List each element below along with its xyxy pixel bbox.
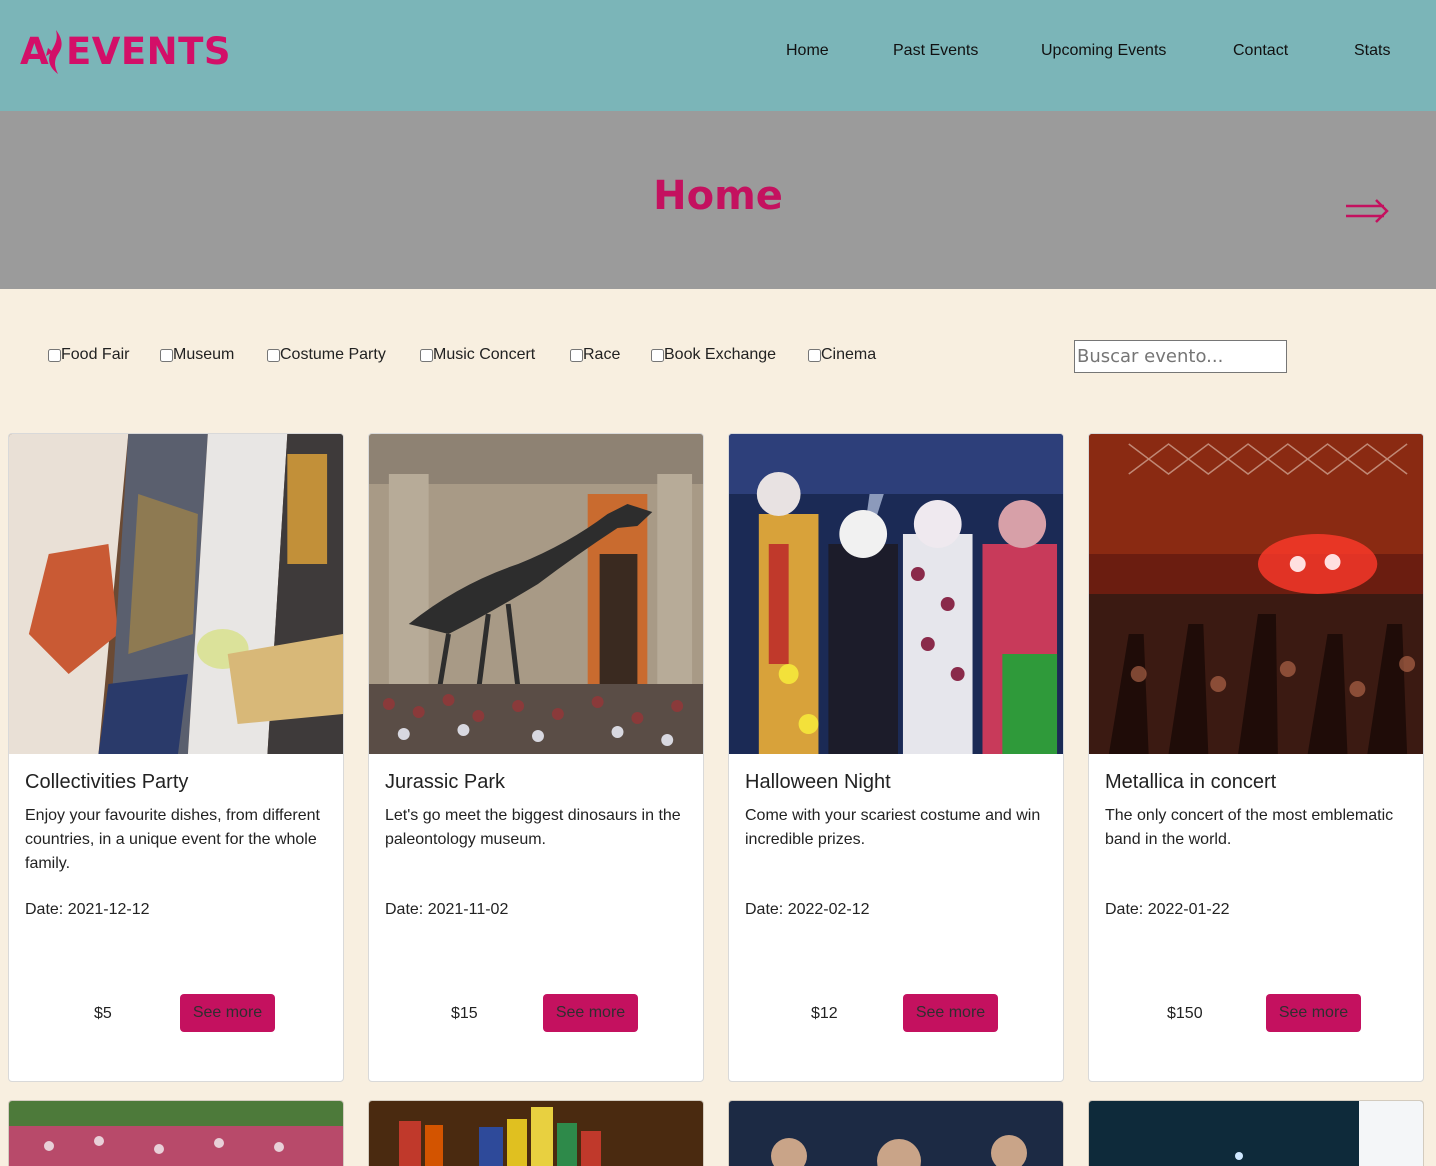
filter-food-fair[interactable]: Food Fair <box>48 346 129 364</box>
nav-item-past-events[interactable]: Past Events <box>893 42 978 60</box>
filter-label: Race <box>583 346 621 363</box>
search-input[interactable] <box>1074 340 1287 373</box>
filter-book-exchange[interactable]: Book Exchange <box>651 346 776 364</box>
cinema-checkbox[interactable] <box>808 348 821 362</box>
race-checkbox[interactable] <box>570 348 583 362</box>
event-title: Collectivities Party <box>25 771 189 793</box>
event-date: Date: 2022-02-12 <box>745 901 870 918</box>
event-title: Metallica in concert <box>1105 771 1277 793</box>
filter-race[interactable]: Race <box>570 346 620 364</box>
filter-label: Book Exchange <box>664 346 777 363</box>
event-card: Metallica in concert The only concert of… <box>1088 433 1424 1082</box>
event-image-stage <box>1089 1101 1423 1166</box>
event-image-cinema <box>729 1101 1063 1166</box>
event-card-partial <box>368 1100 704 1166</box>
filter-music-concert[interactable]: Music Concert <box>420 346 535 364</box>
event-card: Collectivities Party Enjoy your favourit… <box>8 433 344 1082</box>
hero-banner: Home <box>0 111 1436 289</box>
event-image-books <box>369 1101 703 1166</box>
see-more-button[interactable]: See more <box>903 994 998 1032</box>
event-card-partial <box>8 1100 344 1166</box>
flame-icon <box>46 30 62 74</box>
event-description: Let's go meet the biggest dinosaurs in t… <box>385 807 681 848</box>
filter-label: Cinema <box>821 346 877 363</box>
event-card-partial <box>1088 1100 1424 1166</box>
filter-cinema[interactable]: Cinema <box>808 346 876 364</box>
food-fair-checkbox[interactable] <box>48 348 61 362</box>
brand-logo[interactable]: A EVENTS <box>20 28 231 76</box>
nav-item-upcoming-events[interactable]: Upcoming Events <box>1041 42 1166 60</box>
nav-item-stats[interactable]: Stats <box>1354 42 1390 60</box>
music-concert-checkbox[interactable] <box>420 348 433 362</box>
filter-label: Costume Party <box>280 346 386 363</box>
event-card-partial <box>728 1100 1064 1166</box>
event-image-halloween <box>729 434 1063 754</box>
filter-museum[interactable]: Museum <box>160 346 234 364</box>
filter-label: Food Fair <box>61 346 130 363</box>
nav-item-contact[interactable]: Contact <box>1233 42 1288 60</box>
event-date: Date: 2021-11-02 <box>385 901 509 918</box>
logo-text-events: EVENTS <box>66 30 232 73</box>
event-image-race <box>9 1101 343 1166</box>
event-price: $12 <box>811 1005 838 1022</box>
event-title: Halloween Night <box>745 771 891 793</box>
event-price: $15 <box>451 1005 478 1022</box>
event-description: Come with your scariest costume and win … <box>745 807 1041 848</box>
event-image-food <box>9 434 343 754</box>
event-title: Jurassic Park <box>385 771 506 793</box>
event-price: $5 <box>94 1005 112 1022</box>
event-image-concert <box>1089 434 1423 754</box>
filter-label: Music Concert <box>433 346 536 363</box>
event-card: Jurassic Park Let's go meet the biggest … <box>368 433 704 1082</box>
event-date: Date: 2022-01-22 <box>1105 901 1230 918</box>
costume-party-checkbox[interactable] <box>267 348 280 362</box>
event-card: Halloween Night Come with your scariest … <box>728 433 1064 1082</box>
event-date: Date: 2021-12-12 <box>25 901 150 918</box>
book-exchange-checkbox[interactable] <box>651 348 664 362</box>
see-more-button[interactable]: See more <box>543 994 638 1032</box>
see-more-button[interactable]: See more <box>1266 994 1361 1032</box>
page-title: Home <box>653 173 783 219</box>
event-description: The only concert of the most emblematic … <box>1105 807 1394 848</box>
filter-costume-party[interactable]: Costume Party <box>267 346 386 364</box>
filter-bar: Food Fair Museum Costume Party Music Con… <box>0 289 1436 433</box>
see-more-button[interactable]: See more <box>180 994 275 1032</box>
site-header: A EVENTS Home Past Events Upcoming Event… <box>0 0 1436 111</box>
museum-checkbox[interactable] <box>160 348 173 362</box>
nav-item-home[interactable]: Home <box>786 42 829 60</box>
filter-label: Museum <box>173 346 235 363</box>
event-image-museum <box>369 434 703 754</box>
right-arrow-icon[interactable] <box>1344 183 1390 239</box>
event-description: Enjoy your favourite dishes, from differ… <box>25 807 320 872</box>
event-price: $150 <box>1167 1005 1203 1022</box>
